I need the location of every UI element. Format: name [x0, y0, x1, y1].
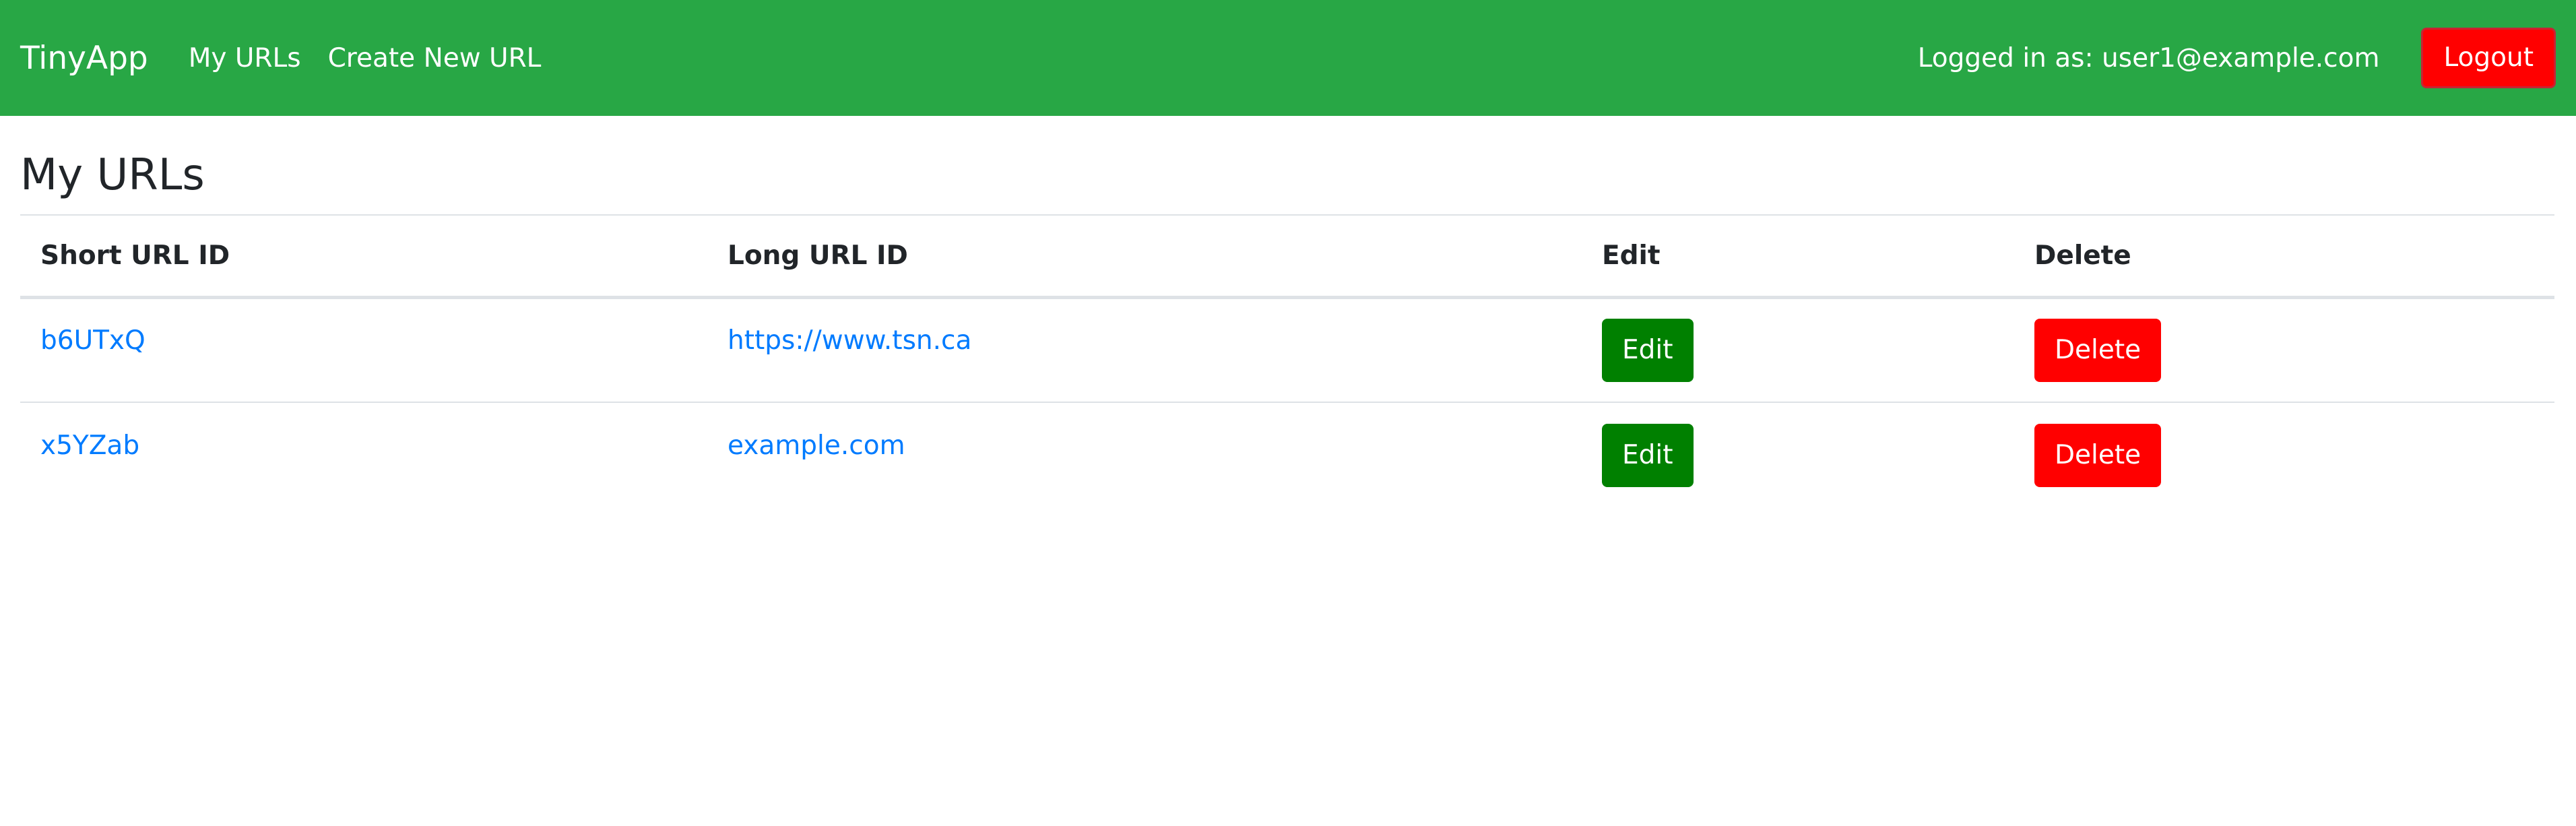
edit-button[interactable]: Edit [1602, 318, 1694, 382]
main-content: My URLs Short URL ID Long URL ID Edit De… [20, 116, 2554, 507]
nav-link-create-new-url[interactable]: Create New URL [328, 43, 542, 73]
navbar: TinyApp My URLs Create New URL Logged in… [0, 0, 2576, 116]
nav-user-area: Logged in as: user1@example.com Logout [1918, 28, 2556, 88]
header-delete: Delete [2014, 214, 2554, 299]
table-row: b6UTxQ https://www.tsn.ca Edit Delete [20, 297, 2554, 402]
edit-cell: Edit [1582, 297, 2014, 402]
nav-link-my-urls[interactable]: My URLs [189, 43, 301, 73]
short-url-cell: b6UTxQ [20, 297, 707, 402]
header-long-url-id: Long URL ID [707, 214, 1582, 299]
long-url-cell: https://www.tsn.ca [707, 297, 1582, 402]
long-url-link[interactable]: https://www.tsn.ca [728, 325, 971, 356]
edit-cell: Edit [1582, 402, 2014, 507]
delete-cell: Delete [2014, 402, 2554, 507]
short-url-cell: x5YZab [20, 402, 707, 507]
urls-table: Short URL ID Long URL ID Edit Delete b6U… [20, 214, 2554, 507]
page-title: My URLs [20, 150, 205, 200]
brand-link[interactable]: TinyApp [20, 40, 148, 77]
table-row: x5YZab example.com Edit Delete [20, 402, 2554, 507]
short-url-link[interactable]: x5YZab [40, 431, 139, 461]
short-url-link[interactable]: b6UTxQ [40, 325, 146, 356]
header-edit: Edit [1582, 214, 2014, 299]
delete-button[interactable]: Delete [2034, 318, 2162, 382]
header-short-url-id: Short URL ID [20, 214, 707, 299]
edit-button[interactable]: Edit [1602, 423, 1694, 487]
long-url-link[interactable]: example.com [728, 431, 905, 461]
delete-button[interactable]: Delete [2034, 423, 2162, 487]
logout-button[interactable]: Logout [2421, 28, 2556, 88]
table-header-row: Short URL ID Long URL ID Edit Delete [20, 214, 2554, 299]
logged-in-text: Logged in as: user1@example.com [1917, 42, 2380, 73]
long-url-cell: example.com [707, 402, 1582, 507]
delete-cell: Delete [2014, 297, 2554, 402]
